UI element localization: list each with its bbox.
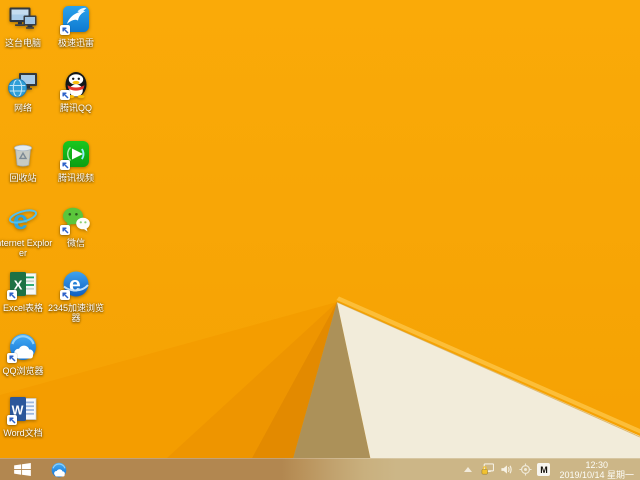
desktop-icon-xunlei[interactable]: 极速迅雷 — [46, 3, 106, 48]
internet-explorer-icon: e — [7, 203, 39, 235]
show-hidden-icons-button[interactable] — [461, 463, 475, 477]
excel-icon: X — [7, 268, 39, 300]
shortcut-arrow-icon — [60, 225, 70, 235]
network-icon — [7, 68, 39, 100]
shortcut-arrow-icon — [60, 90, 70, 100]
clock[interactable]: 12:30 2019/10/14 星期一 — [559, 460, 634, 480]
clock-date: 2019/10/14 星期一 — [559, 469, 634, 480]
target-circle-icon — [519, 463, 532, 476]
start-button[interactable] — [10, 461, 34, 479]
desktop-icon-qq-browser[interactable]: QQ浏览器 — [0, 331, 53, 376]
icon-label: 2345加速浏览器 — [47, 303, 105, 323]
windows-desktop: 这台电脑 网络 回收站 e ternet Explorer X Excel表格 … — [0, 0, 640, 480]
2345-e-glyph: e — [69, 274, 81, 297]
volume-tray-icon[interactable] — [499, 463, 513, 477]
shortcut-arrow-icon — [60, 160, 70, 170]
xunlei-icon — [60, 3, 92, 35]
qq-browser-icon — [7, 331, 39, 363]
qq-browser-taskbar-icon — [51, 462, 67, 477]
windows-logo-icon — [13, 463, 31, 476]
2345-browser-icon: e — [60, 268, 92, 300]
word-icon: W — [7, 393, 39, 425]
speaker-icon — [501, 465, 512, 474]
chevron-up-icon — [464, 467, 473, 472]
clock-time: 12:30 — [585, 459, 608, 470]
wechat-icon — [60, 203, 92, 235]
shortcut-arrow-icon — [60, 290, 70, 300]
shortcut-arrow-icon — [60, 25, 70, 35]
recycle-bin-icon — [7, 138, 39, 170]
desktop-icon-wechat[interactable]: 微信 — [46, 203, 106, 248]
pc-security-icon — [481, 463, 494, 475]
desktop-icon-word[interactable]: W Word文档 — [0, 393, 53, 438]
system-tray: M 12:30 2019/10/14 星期一 — [461, 460, 640, 480]
utility-tray-icon[interactable] — [518, 463, 532, 477]
shortcut-arrow-icon — [7, 415, 17, 425]
desktop-icon-qq[interactable]: 腾讯QQ — [46, 68, 106, 113]
pc-security-tray-icon[interactable] — [480, 463, 494, 477]
shortcut-arrow-icon — [7, 353, 17, 363]
ime-indicator[interactable]: M — [537, 463, 551, 476]
shortcut-arrow-icon — [7, 290, 17, 300]
qq-icon — [60, 68, 92, 100]
this-pc-icon — [7, 3, 39, 35]
icon-label: 这台电脑 — [4, 38, 41, 48]
tencent-video-icon — [60, 138, 92, 170]
taskbar: M 12:30 2019/10/14 星期一 — [0, 458, 640, 480]
desktop-icon-tencent-video[interactable]: 腾讯视频 — [46, 138, 106, 183]
desktop-icon-2345-browser[interactable]: e 2345加速浏览器 — [46, 268, 106, 323]
ime-letter: M — [540, 464, 548, 475]
taskbar-qq-browser-button[interactable] — [48, 460, 70, 480]
icon-label: 网络 — [13, 103, 32, 113]
icon-label: 回收站 — [9, 173, 37, 183]
